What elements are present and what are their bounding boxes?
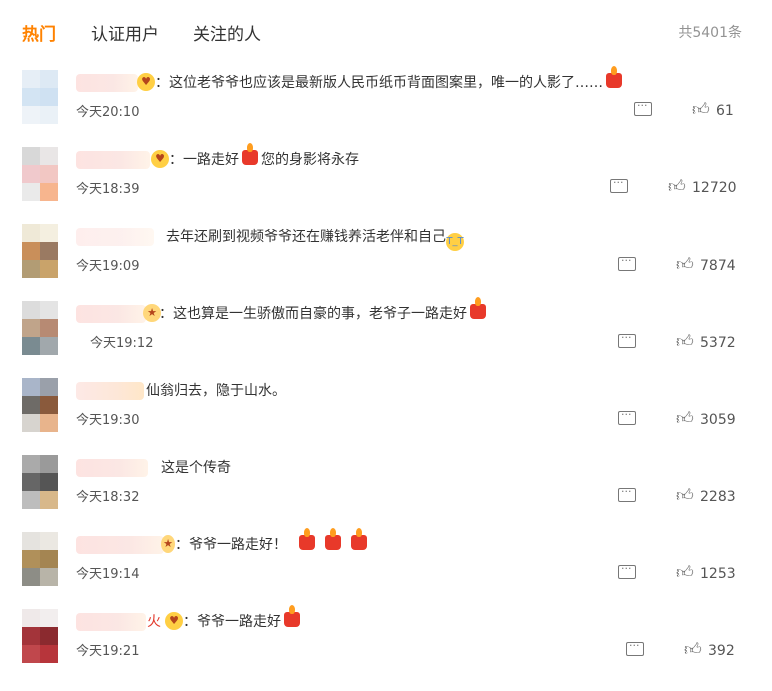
candle-emoji-icon (242, 143, 258, 165)
comment-item: 仙翁归去，隐于山水。 今天19:30 👍︎ 3059 (0, 378, 772, 454)
comment-time: 今天19:30 (76, 413, 140, 428)
comment-text: 这是个传奇 (161, 460, 231, 476)
blurred-username[interactable] (76, 382, 144, 400)
avatar[interactable] (22, 301, 58, 355)
tab-hot[interactable]: 热门 (22, 20, 56, 45)
like-count: 61 (716, 103, 734, 119)
like-count: 12720 (692, 180, 737, 196)
thumbs-up-icon[interactable]: 👍︎ (676, 331, 694, 352)
avatar[interactable] (22, 532, 58, 586)
comment-time: 今天19:21 (76, 644, 140, 659)
comment-item: ★ ：爷爷一路走好！ 今天19:14 👍︎ 1253 (0, 528, 772, 608)
comment-text: 仙翁归去，隐于山水。 (146, 383, 286, 399)
thumbs-up-icon[interactable]: 👍︎ (692, 99, 710, 120)
comment-text: ：一路走好 您的身影将永存 (169, 143, 359, 168)
comment-item: 去年还刷到视频爷爷还在赚钱养活老伴和自己T_T 今天19:09 👍︎ 7874 (0, 224, 772, 300)
candle-emoji-icon (299, 528, 315, 550)
candle-emoji-icon (606, 66, 622, 88)
blurred-username[interactable] (76, 74, 138, 92)
comment-time: 今天19:12 (90, 336, 154, 351)
candle-emoji-icon (325, 528, 341, 550)
comment-text: 去年还刷到视频爷爷还在赚钱养活老伴和自己T_T (166, 227, 464, 251)
avatar[interactable] (22, 455, 58, 509)
avatar[interactable] (22, 224, 58, 278)
like-count: 392 (708, 643, 735, 659)
avatar[interactable] (22, 147, 58, 201)
comment-bubble-icon[interactable] (626, 639, 644, 656)
comment-item: ♥ ：这位老爷爷也应该是最新版人民币纸币背面图案里，唯一的人影了…… 今天20:… (0, 66, 772, 146)
comment-time: 今天18:32 (76, 490, 140, 505)
comment-total-count: 共5401条 (678, 25, 742, 41)
like-count: 1253 (700, 566, 736, 582)
sticker-emoji-icon: ★ (161, 535, 175, 553)
comment-bubble-icon[interactable] (618, 254, 636, 271)
comment-item: 这是个传奇 今天18:32 👍︎ 2283 (0, 455, 772, 531)
avatar[interactable] (22, 378, 58, 432)
comment-bubble-icon[interactable] (634, 99, 652, 116)
blurred-username[interactable] (76, 305, 146, 323)
comment-time: 今天18:39 (76, 182, 140, 197)
candle-emoji-icon (351, 528, 367, 550)
blurred-username[interactable] (76, 151, 150, 169)
comment-time: 今天19:14 (76, 567, 140, 582)
comment-bubble-icon[interactable] (618, 408, 636, 425)
comment-time: 今天20:10 (76, 105, 140, 120)
comment-text: ：这位老爷爷也应该是最新版人民币纸币背面图案里，唯一的人影了…… (155, 66, 625, 93)
heart-eyes-emoji-icon: ♥ (137, 73, 155, 91)
like-count: 2283 (700, 489, 736, 505)
blurred-username[interactable] (76, 613, 146, 631)
like-count: 7874 (700, 258, 736, 274)
comment-bubble-icon[interactable] (618, 331, 636, 348)
thumbs-up-icon[interactable]: 👍︎ (676, 485, 694, 506)
comment-text: ：这也算是一生骄傲而自豪的事，老爷子一路走好 (159, 297, 489, 324)
comment-bubble-icon[interactable] (610, 176, 628, 193)
comment-item: 火 ♥ ：爷爷一路走好 今天19:21 👍︎ 392 (0, 605, 772, 685)
blurred-username[interactable] (76, 459, 148, 477)
heart-eyes-emoji-icon: ♥ (165, 612, 183, 630)
tab-bar: 热门 认证用户 关注的人 共5401条 (0, 0, 772, 62)
thumbs-up-icon[interactable]: 👍︎ (676, 562, 694, 583)
comment-item: ★ ：这也算是一生骄傲而自豪的事，老爷子一路走好 今天19:12 👍︎ 5372 (0, 297, 772, 377)
comment-text: ：爷爷一路走好！ (175, 528, 370, 555)
crying-emoji-icon: T_T (446, 233, 464, 251)
candle-emoji-icon (284, 605, 300, 627)
comment-bubble-icon[interactable] (618, 562, 636, 579)
comment-item: ♥ ：一路走好您的身影将永存 今天18:39 👍︎ 12720 (0, 143, 772, 223)
like-count: 5372 (700, 335, 736, 351)
thumbs-up-icon[interactable]: 👍︎ (676, 254, 694, 275)
comment-text: ：爷爷一路走好 (183, 605, 303, 632)
thumbs-up-icon[interactable]: 👍︎ (668, 176, 686, 197)
tab-verified-users[interactable]: 认证用户 (91, 20, 159, 45)
avatar[interactable] (22, 70, 58, 124)
thumbs-up-icon[interactable]: 👍︎ (676, 408, 694, 429)
blurred-username[interactable] (76, 228, 154, 246)
avatar[interactable] (22, 609, 58, 663)
tab-following[interactable]: 关注的人 (193, 20, 261, 45)
thumbs-up-icon[interactable]: 👍︎ (684, 639, 702, 660)
heart-eyes-emoji-icon: ♥ (151, 150, 169, 168)
comment-bubble-icon[interactable] (618, 485, 636, 502)
username-tail[interactable]: 火 (147, 612, 161, 632)
like-count: 3059 (700, 412, 736, 428)
comment-time: 今天19:09 (76, 259, 140, 274)
candle-emoji-icon (470, 297, 486, 319)
blurred-username[interactable] (76, 536, 164, 554)
